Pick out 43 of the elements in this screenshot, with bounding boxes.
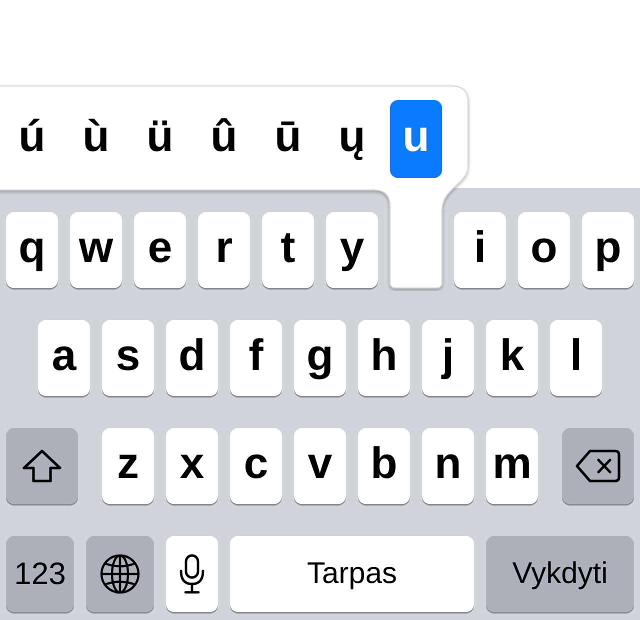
accent-option[interactable]: ū bbox=[262, 100, 314, 178]
letter-key[interactable]: k bbox=[486, 320, 538, 396]
letter-key[interactable]: f bbox=[230, 320, 282, 396]
letter-key[interactable]: z bbox=[102, 428, 154, 504]
accent-option[interactable]: ü bbox=[134, 100, 186, 178]
letter-key[interactable]: t bbox=[262, 212, 314, 288]
letter-key[interactable]: y bbox=[326, 212, 378, 288]
letter-key[interactable]: j bbox=[422, 320, 474, 396]
accent-option[interactable]: ù bbox=[70, 100, 122, 178]
accent-option[interactable]: ú bbox=[6, 100, 58, 178]
letter-key[interactable]: i bbox=[454, 212, 506, 288]
letter-key[interactable]: b bbox=[358, 428, 410, 504]
letter-key[interactable]: c bbox=[230, 428, 282, 504]
shift-key[interactable] bbox=[6, 428, 78, 504]
backspace-icon bbox=[575, 449, 621, 483]
globe-key[interactable] bbox=[86, 536, 154, 612]
accent-option[interactable]: u bbox=[390, 100, 442, 178]
microphone-key[interactable] bbox=[166, 536, 218, 612]
letter-key[interactable]: g bbox=[294, 320, 346, 396]
space-bar[interactable]: Tarpas bbox=[230, 536, 474, 612]
delete-key[interactable] bbox=[562, 428, 634, 504]
microphone-icon bbox=[179, 554, 205, 594]
numbers-key[interactable]: 123 bbox=[6, 536, 74, 612]
letter-key[interactable]: l bbox=[550, 320, 602, 396]
accent-option[interactable]: û bbox=[198, 100, 250, 178]
letter-key[interactable]: a bbox=[38, 320, 90, 396]
shift-arrow-icon bbox=[22, 449, 62, 483]
letter-key[interactable]: m bbox=[486, 428, 538, 504]
letter-key[interactable]: q bbox=[6, 212, 58, 288]
letter-key[interactable]: o bbox=[518, 212, 570, 288]
letter-key[interactable]: x bbox=[166, 428, 218, 504]
accent-option[interactable]: ų bbox=[326, 100, 378, 178]
return-key[interactable]: Vykdyti bbox=[486, 536, 634, 612]
letter-key[interactable]: h bbox=[358, 320, 410, 396]
letter-key[interactable]: v bbox=[294, 428, 346, 504]
letter-key[interactable]: p bbox=[582, 212, 634, 288]
letter-key[interactable]: r bbox=[198, 212, 250, 288]
globe-icon bbox=[100, 554, 140, 594]
letter-key[interactable]: w bbox=[70, 212, 122, 288]
letter-key[interactable]: n bbox=[422, 428, 474, 504]
letter-key[interactable]: e bbox=[134, 212, 186, 288]
letter-key[interactable]: d bbox=[166, 320, 218, 396]
letter-key[interactable]: s bbox=[102, 320, 154, 396]
